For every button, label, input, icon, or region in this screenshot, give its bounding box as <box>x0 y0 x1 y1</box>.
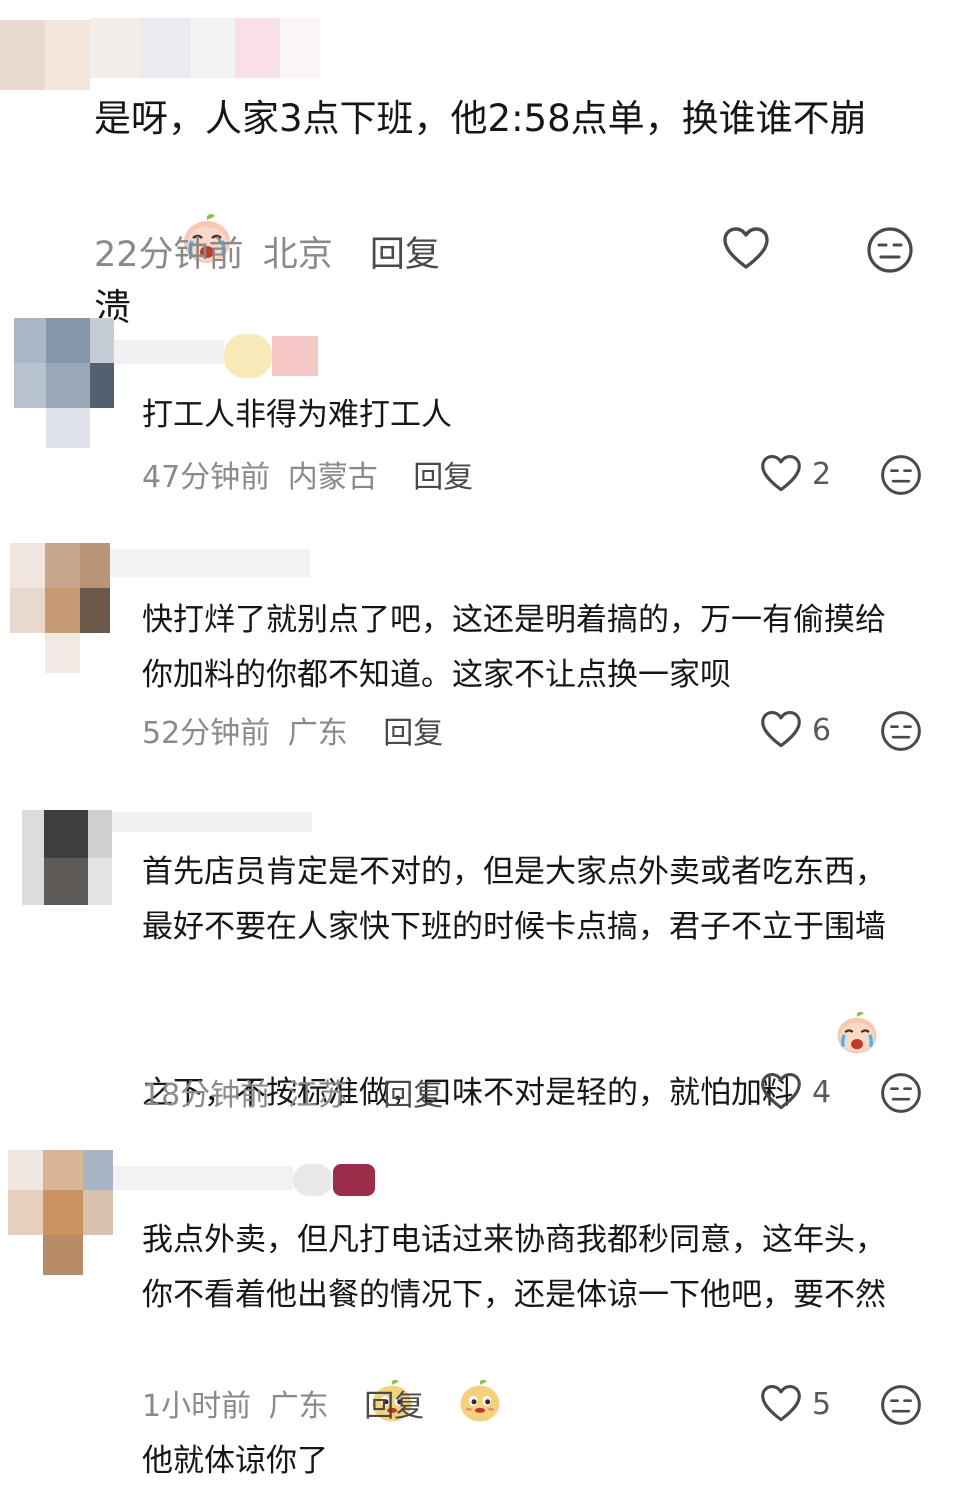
dislike-button[interactable] <box>880 710 922 752</box>
reply-button[interactable]: 回复 <box>383 716 443 751</box>
comment-time: 47分钟前 <box>142 460 271 495</box>
username-blurred[interactable] <box>114 330 324 382</box>
comment-meta: 52分钟前 广东 回复 <box>142 708 443 752</box>
like-count: 6 <box>812 712 832 748</box>
heart-outline-icon <box>760 1384 802 1424</box>
like-button[interactable]: 5 <box>760 1384 831 1424</box>
like-button[interactable]: 4 <box>760 1072 831 1112</box>
like-button[interactable] <box>722 226 780 272</box>
heart-outline-icon <box>722 226 770 272</box>
comment-time: 18分钟前 <box>142 1078 271 1113</box>
comment-location: 北京 <box>262 235 333 275</box>
reply-button[interactable]: 回复 <box>413 460 473 495</box>
comment-item: 是呀，人家3点下班，他2:58点单，换谁谁不崩溃 22分钟前 北京 回复 <box>0 0 960 329</box>
comment-item: 打工人非得为难打工人 47分钟前 内蒙古 回复 2 <box>0 310 960 510</box>
heart-outline-icon <box>760 710 802 750</box>
like-count: 5 <box>812 1386 832 1422</box>
heart-outline-icon <box>760 1072 802 1112</box>
dislike-button[interactable] <box>880 1384 922 1426</box>
heart-outline-icon <box>760 454 802 494</box>
like-button[interactable]: 6 <box>760 710 831 750</box>
dislike-button[interactable] <box>880 454 922 496</box>
username-blurred[interactable] <box>90 18 320 78</box>
reply-button[interactable]: 回复 <box>364 1389 424 1424</box>
comment-text: 打工人非得为难打工人 <box>142 397 452 433</box>
like-count: 2 <box>812 456 832 492</box>
comment-meta: 1小时前 广东 回复 <box>142 1381 424 1425</box>
comment-item: 快打烊了就别点了吧，这还是明着搞的，万一有偷摸给你加料的你都不知道。这家不让点换… <box>0 535 960 770</box>
comment-meta: 18分钟前 江苏 回复 <box>142 1070 443 1114</box>
username-blurred[interactable] <box>110 545 320 585</box>
comment-meta: 22分钟前 北京 回复 <box>94 226 440 277</box>
meh-face-icon <box>880 710 922 752</box>
reply-button[interactable]: 回复 <box>383 1078 443 1113</box>
dislike-button[interactable] <box>880 1072 922 1114</box>
avatar[interactable] <box>8 1150 113 1275</box>
avatar[interactable] <box>10 543 110 673</box>
comment-location: 广东 <box>287 716 348 751</box>
comment-meta: 47分钟前 内蒙古 回复 <box>142 452 473 496</box>
avatar[interactable] <box>0 20 90 90</box>
meh-face-icon <box>880 454 922 496</box>
comment-location: 江苏 <box>287 1078 348 1113</box>
username-blurred[interactable] <box>113 1158 383 1202</box>
comment-item: 首先店员肯定是不对的，但是大家点外卖或者吃东西，最好不要在人家快下班的时候卡点搞… <box>0 770 960 1130</box>
comment-location: 内蒙古 <box>287 460 378 495</box>
like-button[interactable]: 2 <box>760 454 831 494</box>
avatar[interactable] <box>22 810 112 905</box>
comment-text: 我点外卖，但凡打电话过来协商我都秒同意，这年头，你不看着他出餐的情况下，还是体谅… <box>142 1213 912 1497</box>
comment-time: 22分钟前 <box>94 235 244 275</box>
comment-time: 1小时前 <box>142 1389 252 1424</box>
dislike-button[interactable] <box>866 226 914 274</box>
comment-text: 是呀，人家3点下班，他2:58点单，换谁谁不崩溃 <box>94 88 894 347</box>
comment-text: 快打烊了就别点了吧，这还是明着搞的，万一有偷摸给你加料的你都不知道。这家不让点换… <box>142 602 886 693</box>
comment-item: 我点外卖，但凡打电话过来协商我都秒同意，这年头，你不看着他出餐的情况下，还是体谅… <box>0 1140 960 1479</box>
comment-time: 52分钟前 <box>142 716 271 751</box>
meh-face-icon <box>866 226 914 274</box>
avatar[interactable] <box>14 318 114 448</box>
meh-face-icon <box>880 1384 922 1426</box>
sly-face-icon <box>417 1323 502 1497</box>
reply-button[interactable]: 回复 <box>370 235 440 275</box>
like-count: 4 <box>812 1074 832 1110</box>
comment-location: 广东 <box>268 1389 329 1424</box>
meh-face-icon <box>880 1072 922 1114</box>
username-blurred[interactable] <box>112 808 322 836</box>
